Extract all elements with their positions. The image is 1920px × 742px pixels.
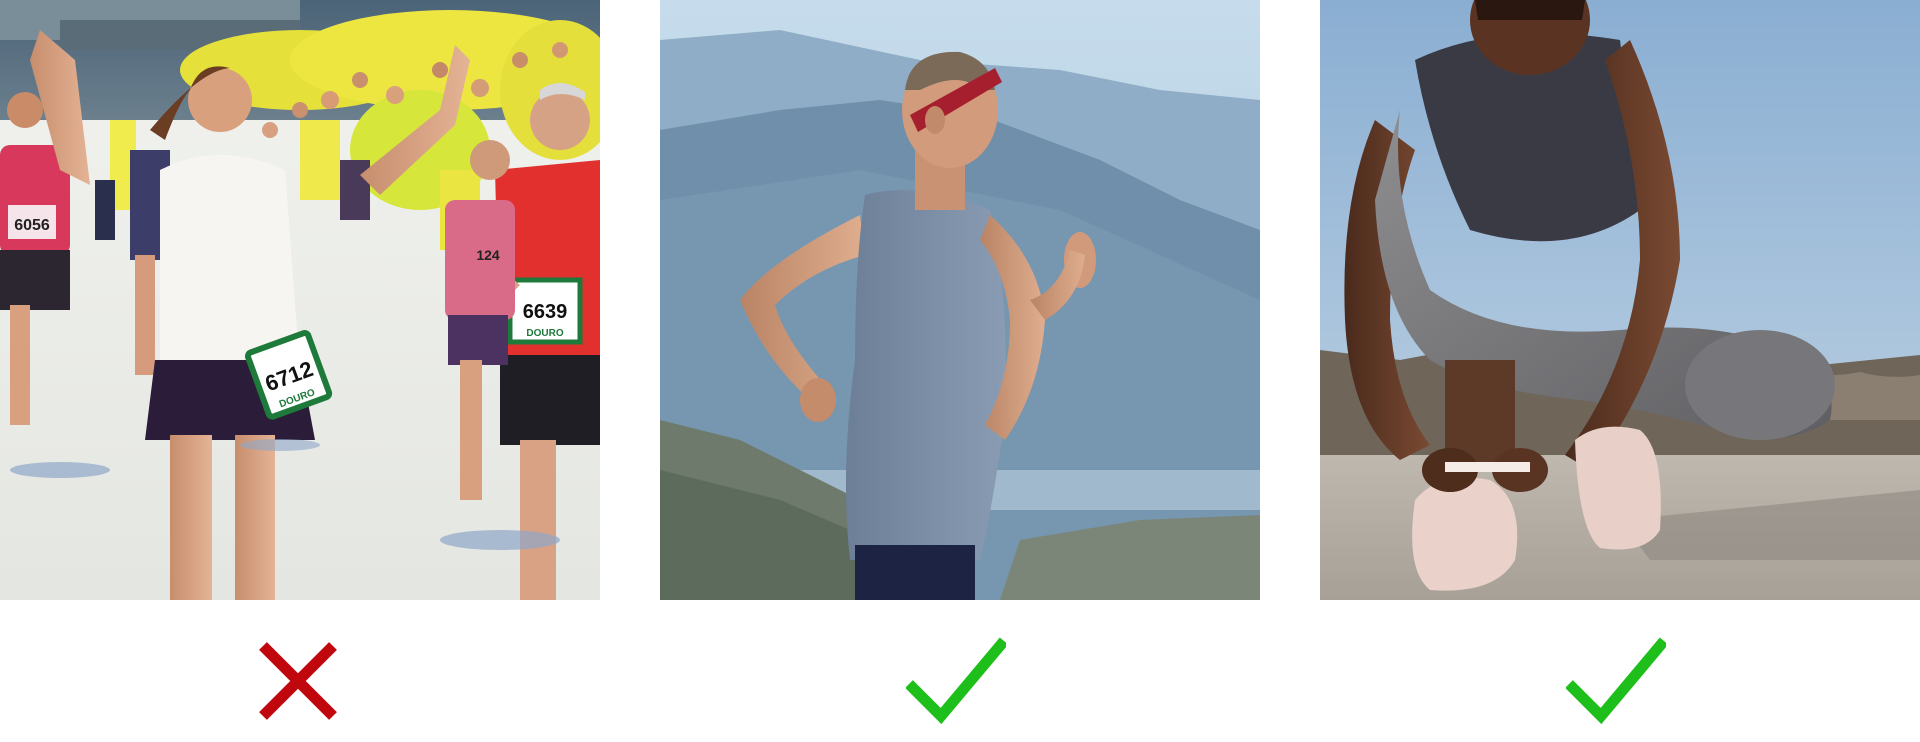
bib-number: 6639 bbox=[523, 301, 568, 323]
marathon-crowd-image: 6056 6712 DOURO 6639 DOURO 124 bbox=[0, 0, 600, 600]
marathon-crowd-photo: 6056 6712 DOURO 6639 DOURO 124 bbox=[0, 0, 600, 600]
bib-number: 124 bbox=[476, 247, 500, 263]
shoe-tying-image bbox=[1320, 0, 1920, 600]
check-icon bbox=[1566, 636, 1666, 726]
shoe-left bbox=[1412, 477, 1518, 591]
cross-icon bbox=[248, 636, 348, 726]
bib-number: 6056 bbox=[14, 217, 50, 234]
mountain-runner-photo bbox=[660, 0, 1260, 600]
mountain-runner-image bbox=[660, 0, 1260, 600]
shoe-tying-photo bbox=[1320, 0, 1920, 600]
bib-caption: DOURO bbox=[526, 328, 563, 339]
check-icon bbox=[906, 636, 1006, 726]
